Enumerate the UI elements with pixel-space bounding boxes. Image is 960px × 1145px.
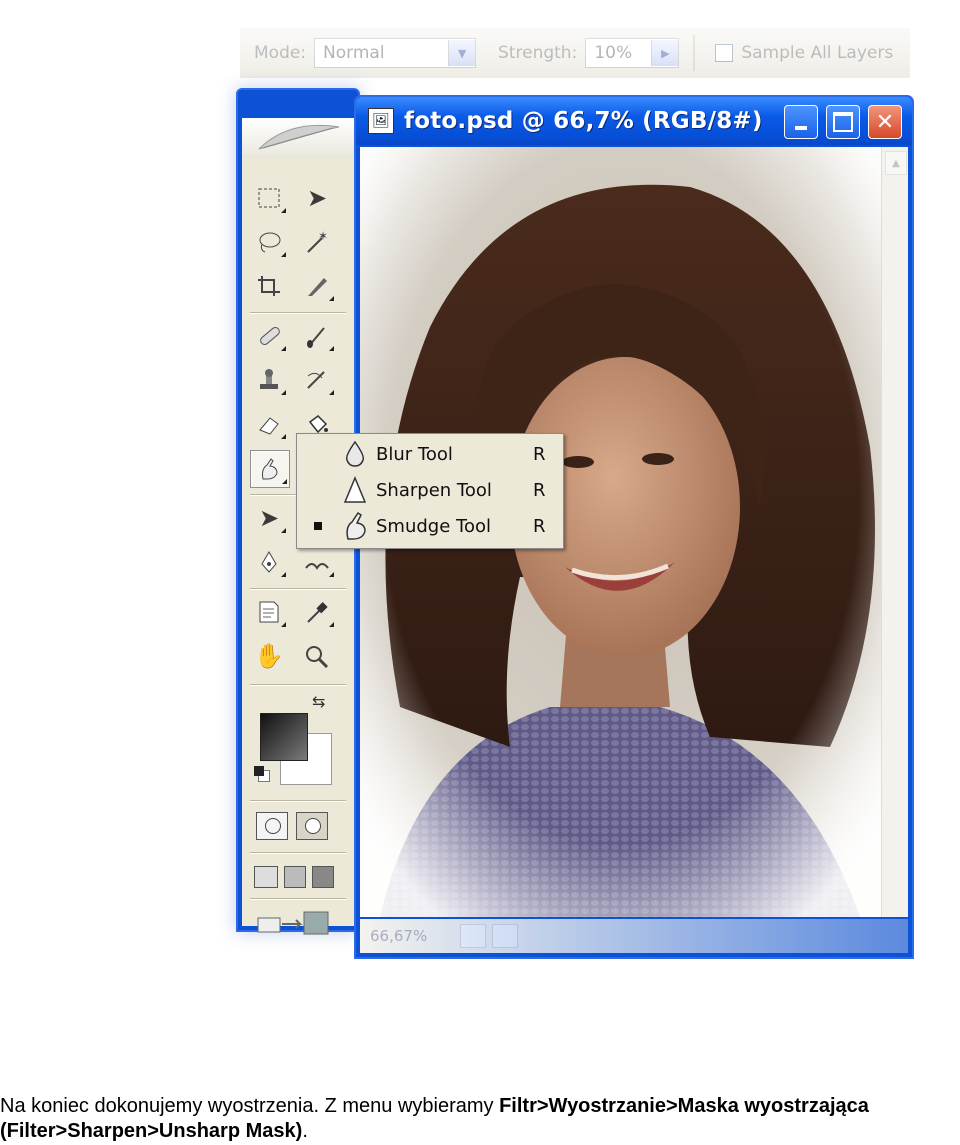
full-screen-menu-mode-icon[interactable]: [284, 866, 306, 888]
history-brush-icon[interactable]: [298, 362, 336, 398]
eyedropper-icon[interactable]: [298, 594, 336, 630]
status-bar: 66,67%: [360, 919, 908, 953]
lasso-icon[interactable]: [250, 224, 288, 260]
vertical-scrollbar[interactable]: ▲: [881, 147, 908, 917]
toning-tools-flyout: Blur Tool R Sharpen Tool R Smudge Tool R: [296, 433, 564, 549]
jump-to-imageready-icon[interactable]: [256, 908, 334, 938]
clone-stamp-icon[interactable]: [250, 362, 288, 398]
svg-text:✶: ✶: [318, 230, 328, 243]
quick-mask-button[interactable]: [296, 812, 328, 840]
full-screen-mode-icon[interactable]: [312, 866, 334, 888]
menu-item-label: Sharpen Tool: [376, 479, 492, 501]
sharpen-cone-icon: [339, 474, 371, 506]
foreground-color-swatch[interactable]: [260, 713, 308, 761]
path-selection-icon[interactable]: ➤: [250, 500, 288, 536]
scroll-up-icon[interactable]: ▲: [885, 151, 907, 175]
standard-screen-mode-icon[interactable]: [254, 866, 278, 888]
tool-divider: [250, 898, 346, 900]
menu-item-label: Smudge Tool: [376, 515, 491, 537]
pen-icon[interactable]: [250, 544, 288, 580]
tool-divider: [250, 588, 346, 590]
strength-value: 10%: [594, 43, 633, 63]
swap-colors-icon[interactable]: ⇆: [312, 692, 325, 711]
menu-item-shortcut: R: [533, 479, 546, 501]
feather-logo-icon: [242, 118, 354, 158]
magic-wand-icon[interactable]: ✶: [298, 224, 336, 260]
status-info-button[interactable]: [460, 924, 486, 948]
healing-brush-icon[interactable]: [250, 318, 288, 354]
smudge-finger-icon: [339, 510, 371, 542]
strength-label: Strength:: [498, 43, 578, 63]
caption-bold-2: (Filter>Sharpen>Unsharp Mask): [0, 1120, 303, 1142]
chevron-down-icon[interactable]: ▼: [448, 40, 476, 66]
tool-divider: [250, 800, 346, 802]
window-title: foto.psd @ 66,7% (RGB/8#): [404, 108, 763, 134]
move-icon[interactable]: ➤: [298, 180, 336, 216]
options-bar: Mode: Normal ▼ Strength: 10% ▶ Sample Al…: [240, 28, 910, 78]
caption-normal-2: .: [302, 1120, 308, 1142]
sample-all-layers-checkbox[interactable]: [715, 44, 734, 62]
mode-value: Normal: [323, 43, 385, 63]
smudge-icon[interactable]: [250, 450, 290, 488]
divider: [693, 35, 696, 71]
close-button[interactable]: ✕: [868, 105, 902, 139]
maximize-button[interactable]: [826, 105, 860, 139]
tool-divider: [250, 852, 346, 854]
slice-icon[interactable]: [298, 268, 336, 304]
menu-item-blur-tool[interactable]: Blur Tool R: [297, 436, 563, 472]
standard-mode-button[interactable]: [256, 812, 288, 840]
menu-item-smudge-tool[interactable]: Smudge Tool R: [297, 508, 563, 544]
blur-drop-icon: [339, 438, 371, 470]
scroll-left-icon[interactable]: [492, 924, 518, 948]
caption-normal-1: Na koniec dokonujemy wyostrzenia. Z menu…: [0, 1095, 500, 1117]
zoom-level[interactable]: 66,67%: [360, 927, 460, 945]
document-icon: 🖼: [368, 108, 394, 134]
default-colors-icon[interactable]: [254, 766, 264, 776]
minimize-button[interactable]: [784, 105, 818, 139]
rectangular-marquee-icon[interactable]: [250, 180, 288, 216]
caption-text: Na koniec dokonujemy wyostrzenia. Z menu…: [0, 1094, 960, 1144]
zoom-icon[interactable]: [298, 638, 336, 674]
menu-item-shortcut: R: [533, 443, 546, 465]
caption-bold-1: Filtr>Wyostrzanie>Maska wyostrzająca: [499, 1095, 869, 1117]
strength-field[interactable]: 10% ▶: [585, 38, 680, 68]
menu-item-label: Blur Tool: [376, 443, 453, 465]
tool-divider: [250, 312, 346, 314]
title-bar[interactable]: 🖼 foto.psd @ 66,7% (RGB/8#) ✕: [356, 97, 912, 145]
hand-icon[interactable]: ✋: [250, 638, 288, 674]
eraser-icon[interactable]: [250, 406, 288, 442]
menu-item-sharpen-tool[interactable]: Sharpen Tool R: [297, 472, 563, 508]
chevron-right-icon[interactable]: ▶: [651, 40, 679, 66]
brush-icon[interactable]: [298, 318, 336, 354]
menu-item-shortcut: R: [533, 515, 546, 537]
sample-all-layers-label: Sample All Layers: [741, 43, 894, 63]
mode-label: Mode:: [254, 43, 307, 63]
mode-select[interactable]: Normal ▼: [314, 38, 477, 68]
custom-shape-icon[interactable]: [298, 544, 336, 580]
notes-icon[interactable]: [250, 594, 288, 630]
tool-divider: [250, 684, 346, 686]
crop-icon[interactable]: [250, 268, 288, 304]
selected-bullet-icon: [314, 522, 322, 530]
